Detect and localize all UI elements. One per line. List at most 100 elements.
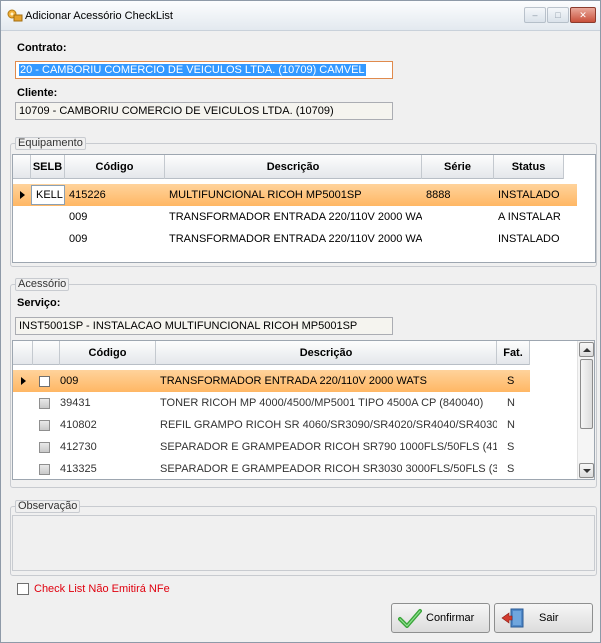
descricao-cell: MULTIFUNCIONAL RICOH MP5001SP (169, 189, 362, 201)
arrow-up-icon (582, 347, 591, 352)
acessorio-row[interactable]: 410802 REFIL GRAMPO RICOH SR 4060/SR3090… (13, 414, 530, 436)
status-cell: INSTALADO (498, 189, 560, 201)
codigo-cell: 009 (69, 233, 88, 245)
contrato-label: Contrato: (17, 42, 67, 54)
observacao-textarea[interactable] (12, 515, 595, 571)
acessorio-row[interactable]: 39431 TONER RICOH MP 4000/4500/MP5001 TI… (13, 392, 530, 414)
current-row-arrow-icon (19, 191, 25, 199)
equipamento-legend: Equipamento (15, 137, 86, 150)
acessorio-row[interactable]: 413325 SEPARADOR E GRAMPEADOR RICOH SR30… (13, 458, 530, 479)
close-button[interactable]: ✕ (570, 7, 596, 23)
codigo-cell: 009 (69, 211, 88, 223)
column-header-descricao[interactable]: Descrição (165, 155, 422, 179)
codigo-cell: 410802 (60, 419, 97, 431)
codigo-cell: 39431 (60, 397, 91, 409)
status-cell: INSTALADO (498, 233, 560, 245)
title-bar[interactable]: Adicionar Acessório CheckList – □ ✕ (1, 1, 600, 31)
column-header-serie[interactable]: Série (422, 155, 494, 179)
row-indicator-header (13, 341, 33, 365)
descricao-cell: TRANSFORMADOR ENTRADA 220/110V 2000 WATS (169, 211, 422, 223)
checkbox-column-header (33, 341, 60, 365)
equipamento-grid-header: SELB Código Descrição Série Status (13, 155, 564, 179)
current-row-arrow-icon (20, 377, 26, 385)
row-indicator (13, 458, 33, 479)
nfe-checkbox[interactable] (17, 583, 29, 595)
servico-field[interactable]: INST5001SP - INSTALACAO MULTIFUNCIONAL R… (15, 317, 393, 335)
equipamento-row[interactable]: 009 TRANSFORMADOR ENTRADA 220/110V 2000 … (13, 228, 577, 250)
codigo-cell: 415226 (69, 189, 106, 201)
row-checkbox[interactable] (39, 441, 50, 453)
serie-cell (422, 206, 494, 228)
cliente-label: Cliente: (17, 87, 58, 99)
observacao-legend: Observação (15, 500, 81, 513)
serie-cell: 8888 (426, 189, 451, 201)
serie-cell (422, 228, 494, 250)
scroll-down-button[interactable] (579, 463, 594, 478)
codigo-cell: 009 (60, 375, 79, 387)
acessorio-row[interactable]: 412730 SEPARADOR E GRAMPEADOR RICOH SR79… (13, 436, 530, 458)
selb-cell[interactable] (31, 206, 65, 228)
app-icon (7, 9, 23, 22)
descricao-cell: SEPARADOR E GRAMPEADOR RICOH SR3030 3000… (160, 463, 497, 475)
row-checkbox[interactable] (39, 375, 50, 387)
nfe-checkbox-row[interactable]: Check List Não Emitirá NFe (17, 583, 170, 595)
column-header-fat[interactable]: Fat. (497, 341, 530, 365)
row-indicator (13, 228, 31, 250)
row-indicator (13, 414, 33, 436)
acessorio-grid-header: Código Descrição Fat. (13, 341, 530, 365)
servico-label: Serviço: (17, 297, 61, 309)
scroll-up-button[interactable] (579, 342, 594, 357)
sair-label: Sair (539, 612, 559, 624)
codigo-cell: 413325 (60, 463, 97, 475)
row-indicator (13, 392, 33, 414)
column-header-codigo[interactable]: Código (65, 155, 165, 179)
row-checkbox[interactable] (39, 419, 50, 431)
column-header-codigo[interactable]: Código (60, 341, 156, 365)
column-header-descricao[interactable]: Descrição (156, 341, 497, 365)
equipamento-row[interactable]: KELL 415226 MULTIFUNCIONAL RICOH MP5001S… (13, 184, 577, 206)
column-header-status[interactable]: Status (494, 155, 564, 179)
contrato-field[interactable]: 20 - CAMBORIU COMERCIO DE VEICULOS LTDA.… (15, 61, 393, 79)
equipamento-row[interactable]: 009 TRANSFORMADOR ENTRADA 220/110V 2000 … (13, 206, 577, 228)
fat-cell: S (507, 375, 515, 387)
window-title: Adicionar Acessório CheckList (25, 10, 173, 22)
maximize-button[interactable]: □ (547, 7, 569, 23)
minimize-button[interactable]: – (524, 7, 546, 23)
column-header-selb[interactable]: SELB (31, 155, 65, 179)
cliente-field[interactable]: 10709 - CAMBORIU COMERCIO DE VEICULOS LT… (15, 102, 393, 120)
contrato-value: 20 - CAMBORIU COMERCIO DE VEICULOS LTDA.… (19, 64, 366, 76)
acessorio-row[interactable]: 009 TRANSFORMADOR ENTRADA 220/110V 2000 … (13, 370, 530, 392)
equipamento-grid[interactable]: SELB Código Descrição Série Status KELL … (12, 154, 596, 263)
vertical-scrollbar[interactable] (577, 341, 594, 479)
fat-cell: S (507, 441, 515, 453)
descricao-cell: SEPARADOR E GRAMPEADOR RICOH SR790 1000F… (160, 441, 497, 453)
descricao-cell: TONER RICOH MP 4000/4500/MP5001 TIPO 450… (160, 397, 484, 409)
row-indicator-header (13, 155, 31, 179)
arrow-down-icon (582, 468, 591, 473)
fat-cell: S (507, 463, 515, 475)
scroll-thumb[interactable] (580, 359, 593, 429)
dialog-window: Adicionar Acessório CheckList – □ ✕ Cont… (0, 0, 601, 643)
nfe-checkbox-label: Check List Não Emitirá NFe (34, 583, 170, 595)
confirmar-label: Confirmar (426, 612, 475, 624)
confirmar-button[interactable]: Confirmar (391, 603, 490, 633)
codigo-cell: 412730 (60, 441, 97, 453)
check-icon (398, 609, 422, 628)
row-checkbox[interactable] (39, 397, 50, 409)
descricao-cell: TRANSFORMADOR ENTRADA 220/110V 2000 WATS (169, 233, 422, 245)
selb-cell[interactable]: KELL (31, 185, 65, 205)
exit-door-icon (501, 608, 524, 628)
descricao-cell: REFIL GRAMPO RICOH SR 4060/SR3090/SR4020… (160, 419, 497, 431)
row-indicator (13, 184, 31, 206)
row-indicator (13, 206, 31, 228)
acessorio-grid[interactable]: Código Descrição Fat. 009 TRANSFORMADOR … (12, 340, 595, 480)
selb-cell[interactable] (31, 228, 65, 250)
row-checkbox[interactable] (39, 463, 50, 475)
fat-cell: N (507, 397, 515, 409)
row-indicator (13, 436, 33, 458)
status-cell: A INSTALAR (498, 211, 561, 223)
sair-button[interactable]: Sair (494, 603, 593, 633)
acessorio-legend: Acessório (15, 278, 70, 291)
descricao-cell: TRANSFORMADOR ENTRADA 220/110V 2000 WATS (160, 375, 427, 387)
row-indicator (13, 370, 33, 392)
